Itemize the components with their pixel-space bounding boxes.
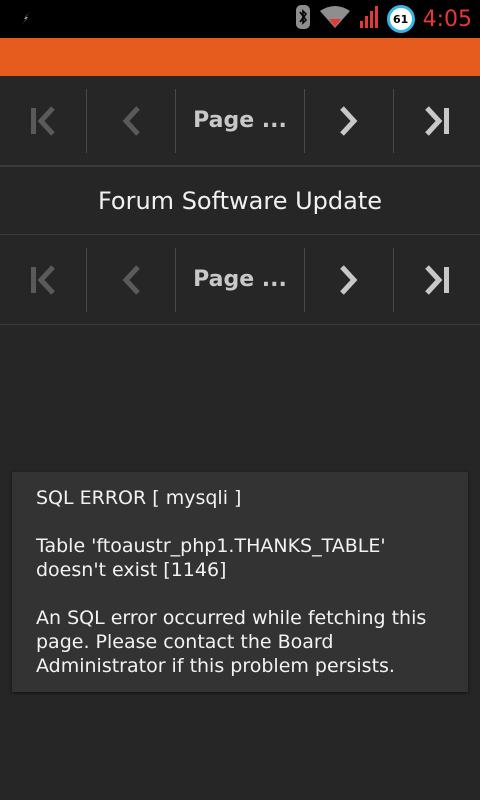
prev-page-button[interactable] <box>87 248 174 312</box>
last-page-icon <box>424 105 449 136</box>
first-page-icon <box>31 105 55 136</box>
first-page-button[interactable] <box>0 89 86 153</box>
battery-level: 61 <box>392 12 409 26</box>
battery-icon: 61 <box>386 5 415 33</box>
action-bar <box>0 38 480 76</box>
error-heading: SQL ERROR [ mysqli ] <box>36 487 242 509</box>
last-page-icon <box>424 264 449 295</box>
thread-title: Forum Software Update <box>97 186 383 215</box>
first-page-button[interactable] <box>0 248 86 312</box>
page-select-button[interactable]: Page ... <box>176 89 305 153</box>
chevron-right-icon <box>340 264 358 295</box>
first-page-icon <box>31 264 55 295</box>
chevron-right-icon <box>340 105 358 136</box>
last-page-button[interactable] <box>394 248 480 312</box>
error-detail: Table 'ftoaustr_php1.THANKS_TABLE' doesn… <box>36 535 386 581</box>
prev-page-button[interactable] <box>87 89 174 153</box>
usb-debug-icon <box>18 10 34 26</box>
chevron-left-icon <box>122 105 140 136</box>
bluetooth-icon <box>295 4 311 34</box>
page-select-button[interactable]: Page ... <box>176 248 305 312</box>
page-label: Page ... <box>193 267 287 292</box>
sql-error-message: SQL ERROR [ mysqli ] Table 'ftoaustr_php… <box>12 472 468 692</box>
next-page-button[interactable] <box>305 89 392 153</box>
next-page-button[interactable] <box>305 248 392 312</box>
thread-title-bar: Forum Software Update <box>0 166 480 235</box>
chevron-left-icon <box>122 264 140 295</box>
status-bar: 61 4:05 <box>0 0 480 38</box>
pager-bottom: Page ... <box>0 235 480 325</box>
signal-icon <box>359 5 379 33</box>
last-page-button[interactable] <box>394 89 480 153</box>
error-message: An SQL error occurred while fetching thi… <box>36 607 427 677</box>
status-clock: 4:05 <box>422 6 472 32</box>
page-label: Page ... <box>193 108 287 133</box>
wifi-icon <box>319 5 351 33</box>
pager-top: Page ... <box>0 76 480 166</box>
